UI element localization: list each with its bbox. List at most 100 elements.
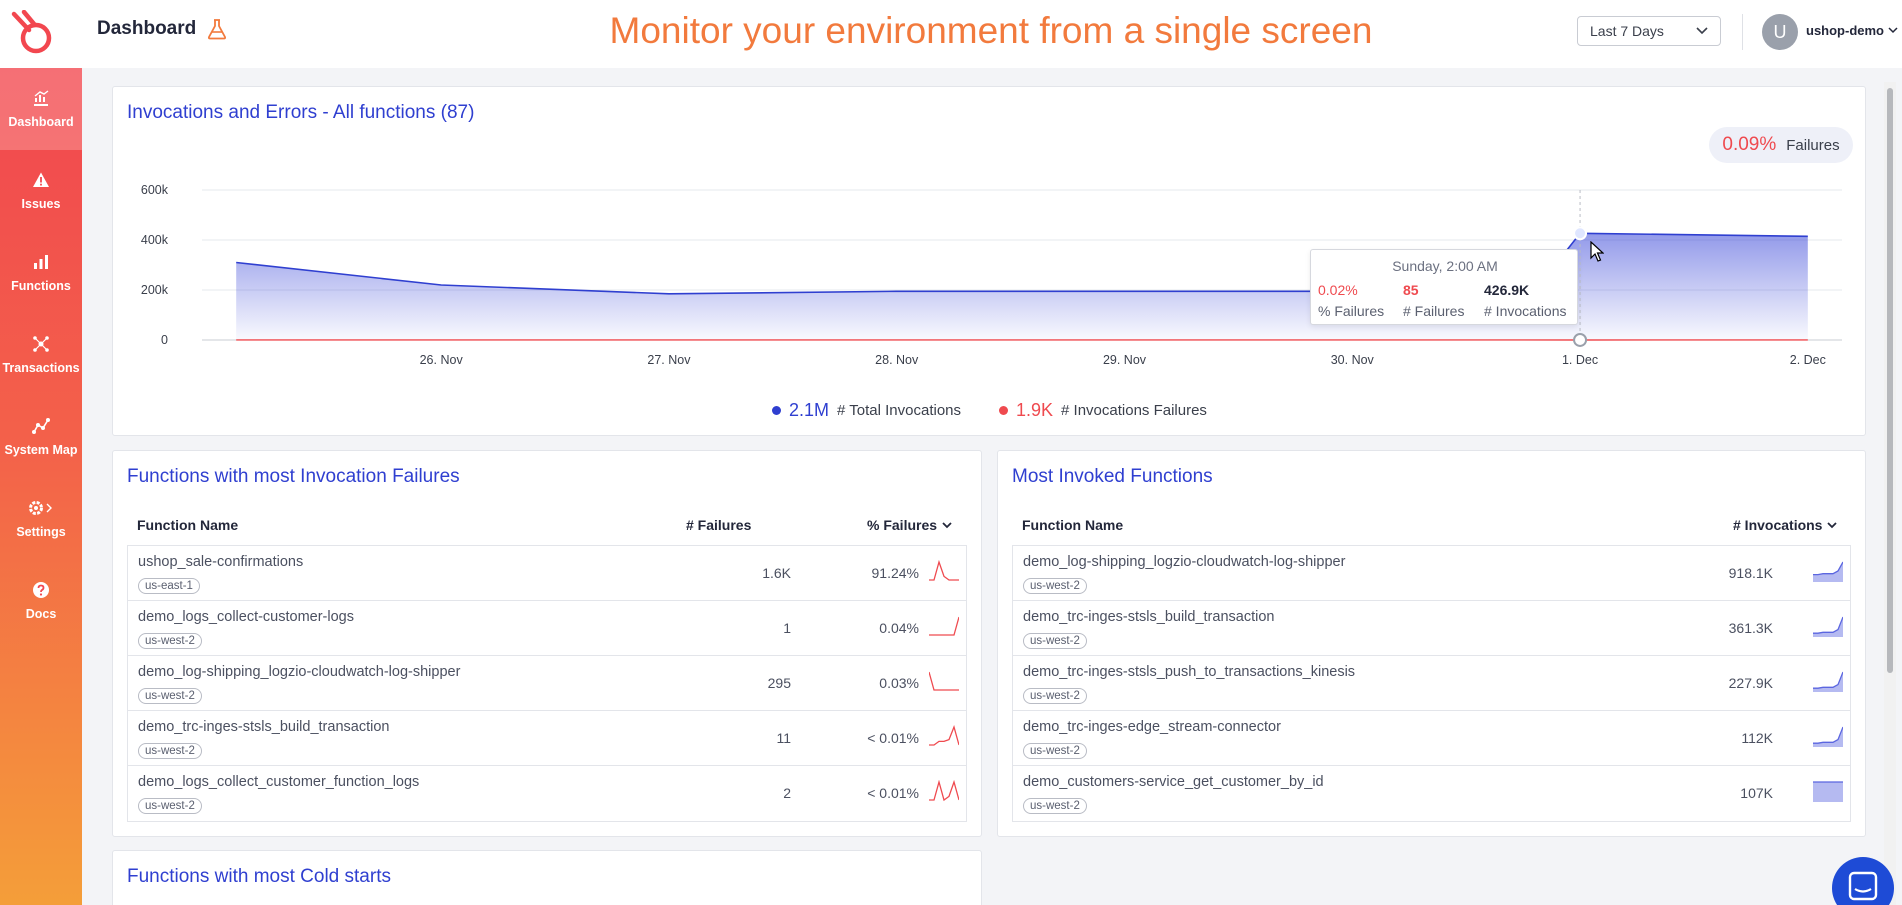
x-tick-label: 1. Dec: [1562, 353, 1598, 367]
invocations-count: 918.1K: [1728, 565, 1773, 581]
transactions-icon: [33, 336, 49, 352]
table-row[interactable]: demo_log-shipping_logzio-cloudwatch-log-…: [128, 656, 966, 711]
col-pct-failures[interactable]: % Failures: [867, 517, 952, 533]
legend-dot-icon: [999, 406, 1008, 415]
user-menu[interactable]: ushop-demo: [1806, 23, 1898, 38]
failures-pct-value: 0.04%: [879, 620, 919, 636]
col-function-name[interactable]: Function Name: [137, 517, 238, 533]
app-logo[interactable]: [10, 10, 56, 56]
chat-icon: [1848, 871, 1878, 901]
sparkline: [929, 616, 959, 636]
y-tick-label: 0: [161, 333, 168, 347]
table-row[interactable]: ushop_sale-confirmations us-east-1 1.6K 91.…: [128, 546, 966, 601]
legend-total-invocations[interactable]: 2.1M # Total Invocations: [772, 400, 961, 421]
help-icon: [33, 582, 49, 598]
sparkline: [929, 560, 959, 581]
sparkline: [1813, 671, 1843, 692]
failures-pct-value: 91.24%: [871, 565, 919, 581]
failures-count: 1.6K: [762, 565, 791, 581]
y-tick-label: 200k: [141, 283, 169, 297]
col-invocations[interactable]: # Invocations: [1733, 517, 1838, 533]
tooltip-invocations: 426.9K: [1484, 282, 1530, 298]
failures-summary-chip: 0.09% Failures: [1709, 127, 1853, 163]
failures-label: Failures: [1786, 136, 1840, 154]
failures-pct-value: < 0.01%: [867, 730, 919, 746]
time-range-select[interactable]: Last 7 Days: [1577, 16, 1721, 46]
sidebar-item-system-map[interactable]: System Map: [0, 396, 82, 478]
invocations-count: 112K: [1741, 730, 1773, 746]
chart-tooltip: Sunday, 2:00 AM 0.02% 85 426.9K % Failur…: [1310, 249, 1578, 325]
tooltip-pct-failures: 0.02%: [1318, 282, 1358, 298]
chat-button[interactable]: [1832, 857, 1894, 905]
failures-count: 1: [783, 620, 791, 636]
x-tick-label: 2. Dec: [1790, 353, 1826, 367]
table-row[interactable]: demo_logs_collect-customer-logs us-west-2…: [128, 601, 966, 656]
region-badge: us-east-1: [138, 578, 200, 594]
hover-point-invocations: [1573, 226, 1588, 241]
col-function-name[interactable]: Function Name: [1022, 517, 1123, 533]
time-range-value: Last 7 Days: [1590, 23, 1664, 39]
function-name[interactable]: demo_logs_collect-customer-logs: [138, 609, 354, 625]
table-row[interactable]: demo_trc-inges-edge_stream-connector us-w…: [1013, 711, 1850, 766]
sort-chevron-down-icon: [942, 521, 952, 528]
dashboard-icon: [34, 90, 49, 106]
table-row[interactable]: demo_log-shipping_logzio-cloudwatch-log-…: [1013, 546, 1850, 601]
x-tick-label: 29. Nov: [1103, 353, 1147, 367]
page-title: Dashboard: [97, 18, 197, 39]
system-map-icon: [32, 418, 50, 434]
breadcrumb: Dashboard: [97, 18, 228, 40]
sparkline: [929, 780, 959, 802]
chevron-down-icon: [1888, 27, 1898, 34]
col-failures[interactable]: # Failures: [686, 517, 751, 533]
divider: [1742, 14, 1743, 50]
chevron-down-icon: [1696, 27, 1708, 35]
function-name[interactable]: demo_logs_collect_customer_function_logs: [138, 774, 419, 790]
function-name[interactable]: demo_log-shipping_logzio-cloudwatch-log-…: [1023, 554, 1345, 570]
page-scrollbar[interactable]: [1884, 82, 1896, 905]
flask-icon[interactable]: [206, 18, 228, 40]
invocations-chart[interactable]: 0 200k 400k 600k 26. Nov 27. Nov 28. Nov 29. No…: [130, 176, 1870, 376]
sparkline: [1813, 561, 1843, 582]
region-badge: us-west-2: [1023, 633, 1087, 649]
sidebar-item-dashboard[interactable]: Dashboard: [0, 68, 82, 150]
x-tick-label: 26. Nov: [420, 353, 464, 367]
scrollbar-thumb[interactable]: [1887, 88, 1893, 673]
function-name[interactable]: demo_trc-inges-stsls_build_transaction: [1023, 609, 1274, 625]
function-name[interactable]: ushop_sale-confirmations: [138, 554, 303, 570]
function-name[interactable]: demo_trc-inges-stsls_push_to_transaction…: [1023, 664, 1355, 680]
sidebar-item-functions[interactable]: Functions: [0, 232, 82, 314]
function-name[interactable]: demo_log-shipping_logzio-cloudwatch-log-…: [138, 664, 460, 680]
invocations-count: 227.9K: [1728, 675, 1773, 691]
failures-card-title: Functions with most Invocation Failures: [127, 466, 460, 487]
warning-icon: [33, 172, 49, 187]
x-tick-label: 30. Nov: [1331, 353, 1375, 367]
region-badge: us-west-2: [138, 743, 202, 759]
sidebar-item-issues[interactable]: Issues: [0, 150, 82, 232]
x-tick-label: 28. Nov: [875, 353, 919, 367]
tooltip-failures: 85: [1403, 282, 1419, 298]
table-row[interactable]: demo_customers-service_get_customer_by_i…: [1013, 766, 1850, 821]
function-name[interactable]: demo_customers-service_get_customer_by_i…: [1023, 774, 1324, 790]
tooltip-title: Sunday, 2:00 AM: [1392, 258, 1498, 274]
sort-chevron-down-icon: [1827, 521, 1838, 528]
table-row[interactable]: demo_logs_collect_customer_function_logs…: [128, 766, 966, 821]
most-invoked-card-title: Most Invoked Functions: [1012, 466, 1213, 487]
legend-invocation-failures[interactable]: 1.9K # Invocations Failures: [999, 400, 1207, 421]
mouse-cursor-icon: [1590, 241, 1604, 262]
sidebar-item-transactions[interactable]: Transactions: [0, 314, 82, 396]
x-tick-label: 27. Nov: [647, 353, 691, 367]
avatar[interactable]: U: [1762, 14, 1798, 50]
failures-table: ushop_sale-confirmations us-east-1 1.6K 91.…: [127, 545, 967, 822]
y-tick-label: 600k: [141, 183, 169, 197]
bar-chart-icon: [34, 255, 48, 269]
region-badge: us-west-2: [1023, 688, 1087, 704]
function-name[interactable]: demo_trc-inges-stsls_build_transaction: [138, 719, 389, 735]
sparkline: [1813, 781, 1843, 802]
table-row[interactable]: demo_trc-inges-stsls_build_transactionus…: [128, 711, 966, 766]
table-row[interactable]: demo_trc-inges-stsls_build_transactionus…: [1013, 601, 1850, 656]
sidebar-item-docs[interactable]: Docs: [0, 560, 82, 642]
function-name[interactable]: demo_trc-inges-edge_stream-connector: [1023, 719, 1281, 735]
sidebar-item-settings[interactable]: Settings: [0, 478, 82, 560]
region-badge: us-west-2: [138, 633, 202, 649]
table-row[interactable]: demo_trc-inges-stsls_push_to_transaction…: [1013, 656, 1850, 711]
